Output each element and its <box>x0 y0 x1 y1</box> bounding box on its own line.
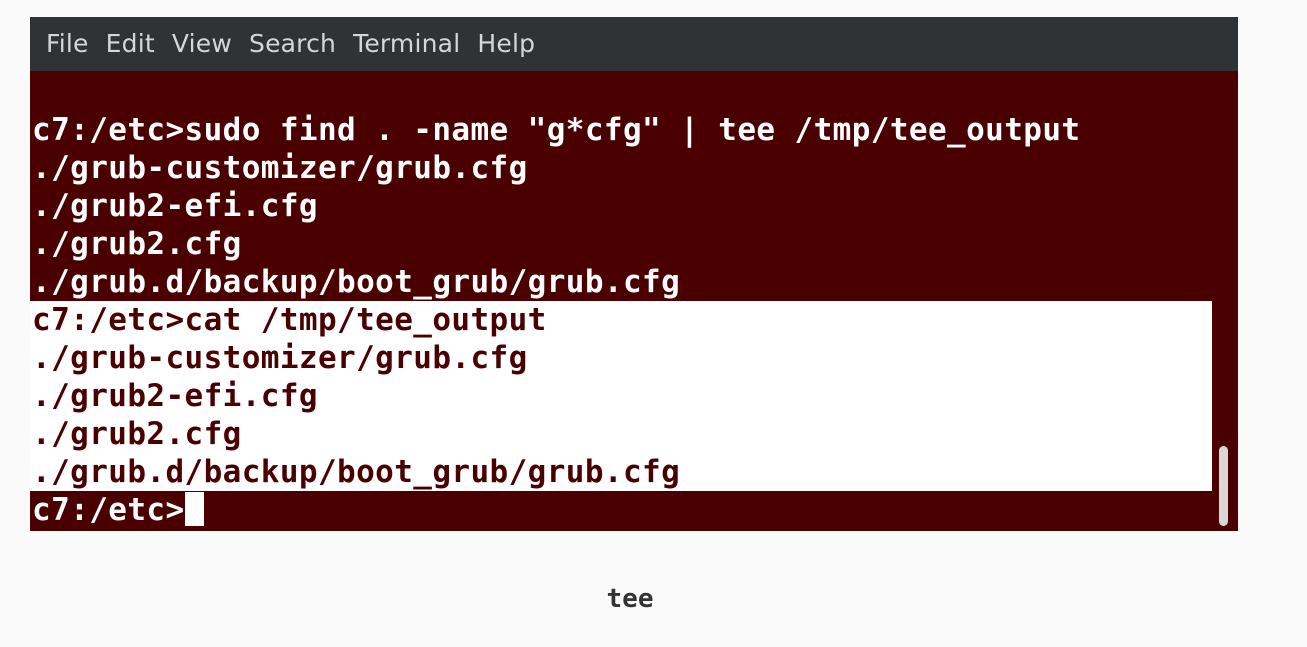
figure-caption: tee <box>606 584 654 614</box>
terminal-line-selected: ./grub-customizer/grub.cfg <box>32 340 528 376</box>
menu-file[interactable]: File <box>46 17 89 71</box>
scrollbar[interactable] <box>1213 71 1238 531</box>
terminal-line-selected: c7:/etc>cat /tmp/tee_output <box>32 302 547 338</box>
terminal-lines: c7:/etc>sudo find . -name "g*cfg" | tee … <box>32 111 1081 529</box>
terminal-line-selected: ./grub.d/backup/boot_grub/grub.cfg <box>32 454 681 490</box>
menu-search[interactable]: Search <box>249 17 336 71</box>
menu-help[interactable]: Help <box>477 17 535 71</box>
menu-terminal[interactable]: Terminal <box>353 17 460 71</box>
terminal-line: ./grub-customizer/grub.cfg <box>32 150 528 186</box>
scrollbar-thumb[interactable] <box>1219 446 1228 526</box>
terminal-prompt: c7:/etc> <box>32 492 185 528</box>
terminal-line: ./grub.d/backup/boot_grub/grub.cfg <box>32 264 681 300</box>
terminal-line-selected: ./grub2-efi.cfg <box>32 378 318 414</box>
terminal-line-selected: ./grub2.cfg <box>32 416 242 452</box>
terminal-line: ./grub2-efi.cfg <box>32 188 318 224</box>
terminal-prompt-line[interactable]: c7:/etc> <box>32 491 1081 529</box>
terminal-output[interactable]: c7:/etc>sudo find . -name "g*cfg" | tee … <box>30 71 1213 531</box>
menu-view[interactable]: View <box>172 17 232 71</box>
terminal-window: File Edit View Search Terminal Help c7:/… <box>30 17 1238 531</box>
terminal-line: c7:/etc>sudo find . -name "g*cfg" | tee … <box>32 112 1081 148</box>
terminal-line: ./grub2.cfg <box>32 226 242 262</box>
menu-edit[interactable]: Edit <box>106 17 155 71</box>
menu-bar: File Edit View Search Terminal Help <box>30 17 1238 71</box>
text-cursor <box>184 492 204 526</box>
